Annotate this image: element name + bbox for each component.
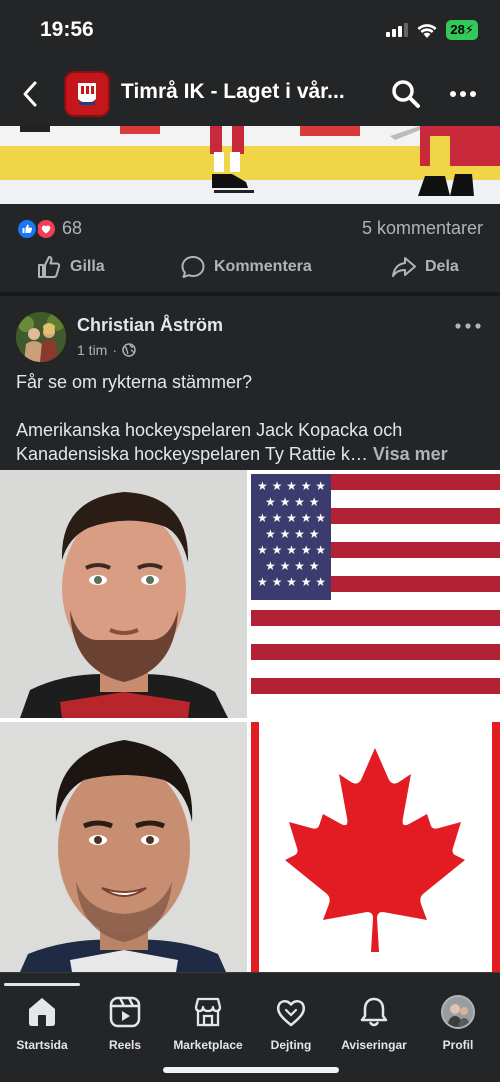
post-time[interactable]: 1 tim xyxy=(77,342,107,358)
canada-flag-image[interactable] xyxy=(251,722,500,972)
back-arrow-icon[interactable] xyxy=(16,78,46,110)
reaction-icons xyxy=(16,218,57,240)
battery-level: 28 xyxy=(450,22,465,37)
tab-reels[interactable]: Reels xyxy=(80,995,170,1052)
tab-label: Marketplace xyxy=(173,1038,243,1052)
hockey-rink-photo xyxy=(0,126,500,204)
bell-icon xyxy=(360,997,388,1027)
wifi-icon xyxy=(417,23,437,38)
comment-button[interactable]: Kommentera xyxy=(180,254,312,280)
svg-text:★ ★ ★ ★: ★ ★ ★ ★ xyxy=(265,559,319,573)
tab-label: Startsida xyxy=(16,1038,68,1052)
meta-dot: · xyxy=(112,342,118,358)
player-1-portrait xyxy=(0,470,247,718)
status-icons: 28⚡ xyxy=(386,20,478,40)
post-text: Får se om rykterna stämmer? Amerikanska … xyxy=(16,370,486,466)
post-text-line: Amerikanska hockeyspelaren Jack Kopacka … xyxy=(16,420,403,440)
post-image-grid: ★ ★ ★ ★ ★ ★ ★ ★ ★ ★ ★ ★ ★ ★ ★ ★ ★ ★ ★ ★ … xyxy=(0,470,500,972)
post-more-icon[interactable] xyxy=(454,316,482,336)
tab-label: Dejting xyxy=(270,1038,312,1052)
profile-icon xyxy=(441,995,475,1029)
share-button[interactable]: Dela xyxy=(391,254,459,280)
svg-text:★ ★ ★ ★: ★ ★ ★ ★ xyxy=(265,527,319,541)
post-meta: 1 tim · xyxy=(77,342,136,358)
post-actions: Gilla Kommentera Dela xyxy=(0,252,500,292)
previous-post-image[interactable] xyxy=(0,126,500,204)
svg-text:★ ★ ★ ★ ★: ★ ★ ★ ★ ★ xyxy=(257,479,326,493)
status-time: 19:56 xyxy=(40,18,94,41)
post-text-gap xyxy=(16,394,486,418)
comment-icon xyxy=(181,256,205,278)
tab-notifications[interactable]: Aviseringar xyxy=(329,995,419,1052)
tab-label: Profil xyxy=(442,1038,474,1052)
reactions-summary[interactable]: 68 5 kommentarer xyxy=(0,204,500,252)
share-label: Dela xyxy=(425,258,459,275)
us-flag: ★ ★ ★ ★ ★ ★ ★ ★ ★ ★ ★ ★ ★ ★ ★ ★ ★ ★ ★ ★ … xyxy=(251,470,500,718)
home-indicator[interactable] xyxy=(163,1067,339,1073)
active-tab-indicator xyxy=(4,983,80,986)
tab-label: Aviseringar xyxy=(341,1038,407,1052)
canada-flag xyxy=(251,722,500,972)
author-name[interactable]: Christian Åström xyxy=(77,315,223,336)
more-options-icon[interactable] xyxy=(448,82,478,106)
player-2-portrait xyxy=(0,722,247,972)
thumbs-up-icon xyxy=(38,256,61,278)
author-photo xyxy=(16,312,66,362)
share-icon xyxy=(392,257,416,277)
like-button[interactable]: Gilla xyxy=(36,254,105,280)
svg-text:★ ★ ★ ★ ★: ★ ★ ★ ★ ★ xyxy=(257,575,326,589)
tab-profile[interactable]: Profil xyxy=(413,995,500,1052)
player-photo-2[interactable] xyxy=(0,722,247,972)
reels-icon xyxy=(109,996,141,1028)
player-photo-1[interactable] xyxy=(0,470,247,718)
svg-text:★ ★ ★ ★: ★ ★ ★ ★ xyxy=(265,495,319,509)
post-text-line: Får se om rykterna stämmer? xyxy=(16,372,253,392)
comment-count[interactable]: 5 kommentarer xyxy=(362,218,483,239)
group-logo-icon xyxy=(78,83,96,105)
home-icon xyxy=(29,998,55,1026)
cellular-signal-icon xyxy=(386,23,409,37)
search-icon[interactable] xyxy=(390,78,422,110)
group-title[interactable]: Timrå IK - Laget i vår... xyxy=(121,80,361,104)
reaction-count: 68 xyxy=(62,218,83,238)
post-text-line: Kanadensiska hockeyspelaren Ty Rattie k…… xyxy=(16,442,486,466)
tab-dating[interactable]: Dejting xyxy=(246,995,336,1052)
post-text-truncated: Kanadensiska hockeyspelaren Ty Rattie k… xyxy=(16,444,368,464)
tab-home[interactable]: Startsida xyxy=(0,995,87,1052)
tab-label: Reels xyxy=(108,1038,142,1052)
see-more-link[interactable]: Visa mer xyxy=(373,444,448,464)
comment-label: Kommentera xyxy=(214,258,312,275)
battery-indicator: 28⚡ xyxy=(446,20,478,40)
tab-marketplace[interactable]: Marketplace xyxy=(163,995,253,1052)
dating-icon xyxy=(276,1000,306,1027)
us-flag-image[interactable]: ★ ★ ★ ★ ★ ★ ★ ★ ★ ★ ★ ★ ★ ★ ★ ★ ★ ★ ★ ★ … xyxy=(251,470,500,718)
bottom-tab-bar: Startsida Reels Marketplace Dejting Avis… xyxy=(0,972,500,1082)
marketplace-icon xyxy=(194,997,222,1027)
globe-icon xyxy=(122,343,136,357)
like-label: Gilla xyxy=(70,258,105,275)
group-avatar[interactable] xyxy=(64,71,110,117)
group-nav-bar: Timrå IK - Laget i vår... xyxy=(0,62,500,126)
svg-text:★ ★ ★ ★ ★: ★ ★ ★ ★ ★ xyxy=(257,543,326,557)
status-bar: 19:56 28⚡ xyxy=(0,0,500,62)
author-avatar[interactable] xyxy=(16,312,66,362)
svg-text:★ ★ ★ ★ ★: ★ ★ ★ ★ ★ xyxy=(257,511,326,525)
post-header: Christian Åström 1 tim · xyxy=(0,296,500,368)
